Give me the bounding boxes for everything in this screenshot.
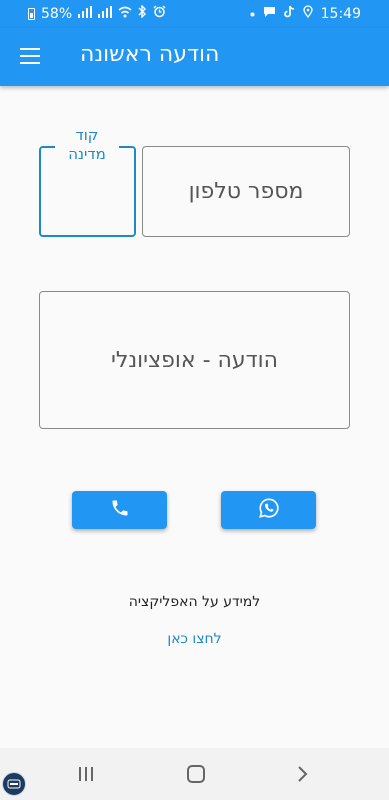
status-left: 58% [28,4,166,22]
tiktok-icon [283,5,295,22]
phone-number-placeholder: מספר טלפון [188,179,304,204]
back-icon[interactable] [297,765,309,787]
wifi-icon [118,6,132,22]
status-right: 15:49 [250,5,361,22]
battery-icon [28,7,35,20]
overlay-badge-icon [2,772,26,796]
status-bar: 58% 15:49 [0,0,389,28]
country-code-label: קוד מדינה [55,126,119,164]
whatsapp-button[interactable] [221,491,316,529]
battery-level: 58% [41,5,73,22]
recents-icon[interactable] [79,767,95,781]
signal-icon [78,5,93,22]
bluetooth-icon [138,4,147,22]
app-info-text: למידע על האפליקציה [128,594,261,610]
whatsapp-icon [258,497,280,523]
home-icon[interactable] [187,765,205,783]
system-nav-bar [0,748,389,800]
location-icon [302,5,313,22]
phone-icon [110,498,130,522]
message-icon [263,6,276,22]
app-bar: הודעה ראשונה [0,28,389,86]
phone-number-field[interactable]: מספר טלפון [142,146,350,237]
signal-icon-2 [98,5,113,22]
dot-icon [250,7,255,21]
clock-time: 15:49 [320,5,361,22]
message-placeholder: הודעה - אופציונלי [110,347,279,373]
call-button[interactable] [72,491,167,529]
click-here-link[interactable]: לחצו כאן [0,631,389,647]
message-field[interactable]: הודעה - אופציונלי [39,291,350,429]
alarm-icon [153,5,166,22]
page-title: הודעה ראשונה [80,42,220,67]
hamburger-menu-icon[interactable] [20,48,40,64]
